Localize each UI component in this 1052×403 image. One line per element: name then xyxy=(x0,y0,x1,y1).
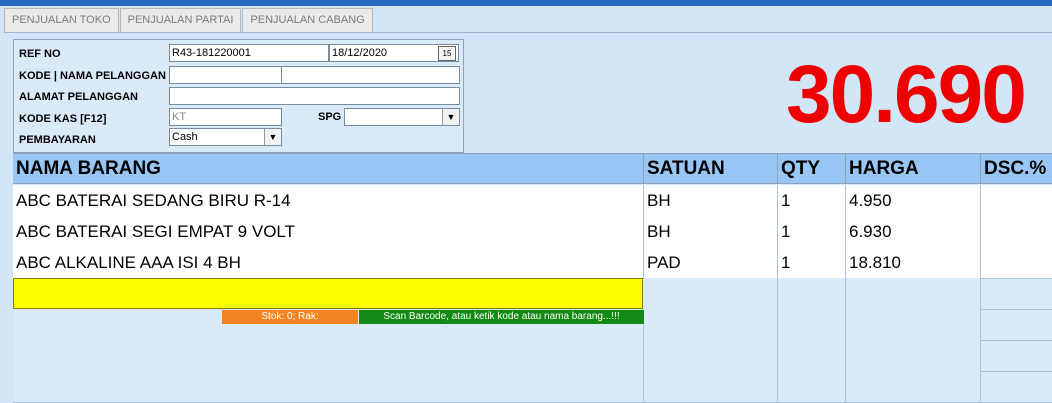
column-header-nama-barang[interactable]: NAMA BARANG xyxy=(13,154,644,184)
empty-cell xyxy=(13,340,644,371)
cell-harga[interactable]: 6.930 xyxy=(846,216,981,247)
pembayaran-select[interactable]: Cash ▼ xyxy=(169,128,282,146)
date-value: 18/12/2020 xyxy=(332,47,388,59)
table-row[interactable]: ABC BATERAI SEDANG BIRU R-14 BH 1 4.950 xyxy=(13,185,1052,217)
cell-qty[interactable]: 1 xyxy=(778,185,846,216)
cell-satuan[interactable]: PAD xyxy=(644,247,778,278)
window-top-border xyxy=(0,0,1052,6)
column-header-harga[interactable]: HARGA xyxy=(846,154,981,184)
tab-bar: PENJUALAN TOKO PENJUALAN PARTAI PENJUALA… xyxy=(4,8,374,33)
cell-harga[interactable]: 4.950 xyxy=(846,185,981,216)
cell-qty[interactable]: 1 xyxy=(778,247,846,278)
table-row[interactable]: ABC ALKALINE AAA ISI 4 BH PAD 1 18.810 xyxy=(13,247,1052,279)
empty-row xyxy=(13,371,1052,403)
tab-penjualan-partai[interactable]: PENJUALAN PARTAI xyxy=(119,8,242,33)
kode-kas-label: KODE KAS [F12] xyxy=(19,113,107,125)
cell-satuan[interactable]: BH xyxy=(644,185,778,216)
items-table: NAMA BARANG SATUAN QTY HARGA DSC.% ABC B… xyxy=(13,153,1052,403)
empty-cell xyxy=(644,340,778,371)
empty-cell xyxy=(846,309,981,340)
tab-penjualan-cabang[interactable]: PENJUALAN CABANG xyxy=(242,8,373,33)
header-form: REF NO R43-181220001 18/12/2020 15 KODE … xyxy=(13,39,464,153)
kode-pelanggan-field[interactable] xyxy=(169,66,282,84)
cell-dsc[interactable] xyxy=(981,247,1052,278)
cell-nama-barang[interactable]: ABC BATERAI SEGI EMPAT 9 VOLT xyxy=(13,216,644,247)
empty-cell xyxy=(778,371,846,402)
nama-pelanggan-field[interactable] xyxy=(281,66,460,84)
spg-select[interactable]: ▼ xyxy=(344,108,460,126)
date-field[interactable]: 18/12/2020 15 xyxy=(329,44,459,62)
empty-row xyxy=(13,340,1052,372)
cell-dsc[interactable] xyxy=(981,185,1052,216)
empty-cell xyxy=(846,340,981,371)
column-header-qty[interactable]: QTY xyxy=(778,154,846,184)
cell-harga[interactable]: 18.810 xyxy=(846,247,981,278)
empty-cell xyxy=(778,309,846,340)
ref-no-label: REF NO xyxy=(19,48,61,60)
alamat-field[interactable] xyxy=(169,87,460,105)
cell-nama-barang[interactable]: ABC ALKALINE AAA ISI 4 BH xyxy=(13,247,644,278)
empty-cell xyxy=(778,340,846,371)
pelanggan-label: KODE | NAMA PELANGGAN xyxy=(19,70,166,82)
cell-dsc[interactable] xyxy=(981,216,1052,247)
barcode-entry-input[interactable] xyxy=(13,278,643,309)
table-row[interactable]: ABC BATERAI SEGI EMPAT 9 VOLT BH 1 6.930 xyxy=(13,216,1052,248)
alamat-label: ALAMAT PELANGGAN xyxy=(19,91,138,103)
empty-cell xyxy=(846,278,981,309)
cell-qty[interactable]: 1 xyxy=(778,216,846,247)
empty-cell xyxy=(644,278,778,309)
chevron-down-icon[interactable]: ▼ xyxy=(264,129,281,145)
cell-nama-barang[interactable]: ABC BATERAI SEDANG BIRU R-14 xyxy=(13,185,644,216)
pembayaran-value: Cash xyxy=(172,131,198,143)
grand-total: 30.690 xyxy=(786,49,1027,140)
empty-cell xyxy=(13,371,644,402)
spg-label: SPG xyxy=(318,111,342,123)
chevron-down-icon[interactable]: ▼ xyxy=(442,109,459,125)
empty-cell xyxy=(846,371,981,402)
column-header-satuan[interactable]: SATUAN xyxy=(644,154,778,184)
empty-cell xyxy=(778,278,846,309)
kode-kas-field[interactable]: KT xyxy=(169,108,282,126)
empty-cell xyxy=(644,371,778,402)
empty-cell xyxy=(644,309,778,340)
stock-info-badge: Stok: 0; Rak: xyxy=(222,310,358,324)
pembayaran-label: PEMBAYARAN xyxy=(19,134,96,146)
calendar-icon[interactable]: 15 xyxy=(438,46,456,61)
tab-divider xyxy=(4,32,1052,33)
cell-satuan[interactable]: BH xyxy=(644,216,778,247)
scan-hint-badge: Scan Barcode, atau ketik kode atau nama … xyxy=(359,310,644,324)
ref-no-field[interactable]: R43-181220001 xyxy=(169,44,329,62)
column-header-dsc[interactable]: DSC.% xyxy=(981,154,1052,184)
tab-penjualan-toko[interactable]: PENJUALAN TOKO xyxy=(4,8,119,33)
